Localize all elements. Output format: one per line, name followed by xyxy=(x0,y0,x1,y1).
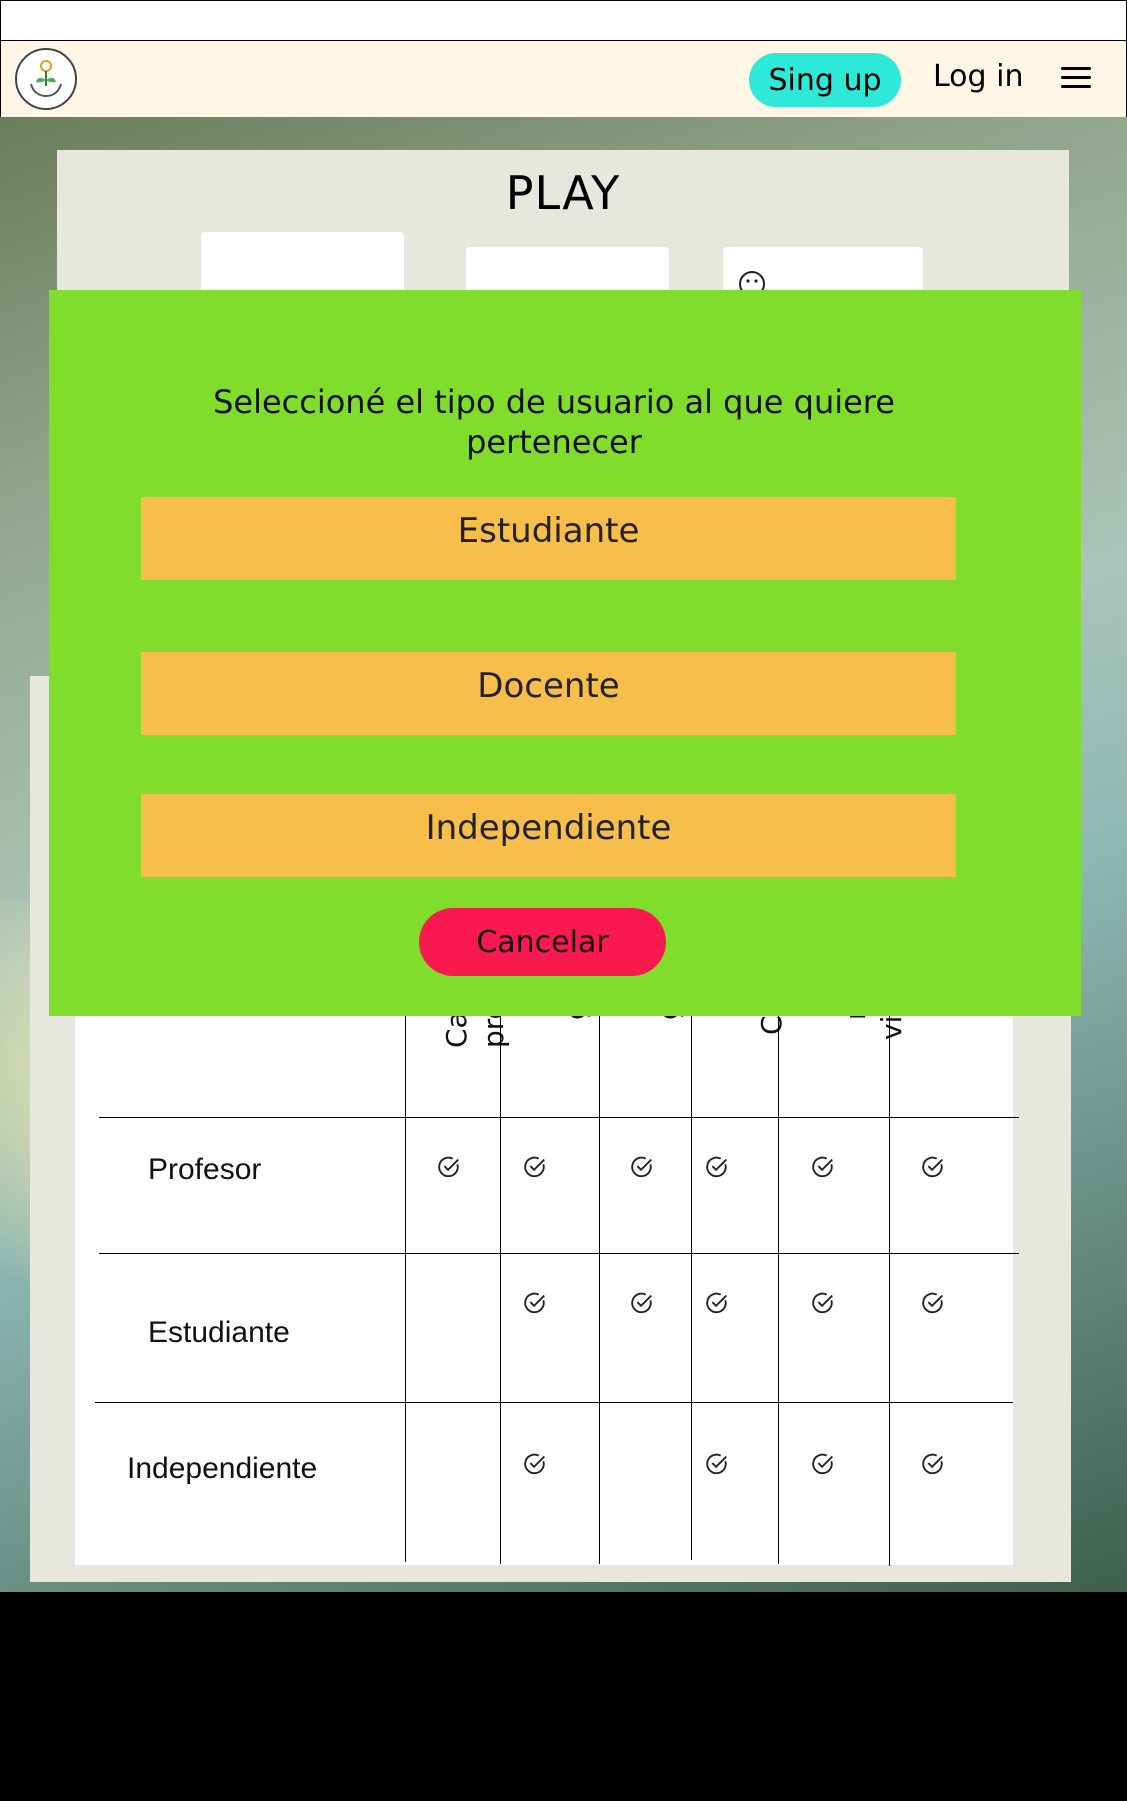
row-divider xyxy=(99,1253,1019,1254)
option-docente-button[interactable]: Docente xyxy=(141,652,956,735)
check-circle-icon xyxy=(631,1156,652,1178)
column-header: Ca xyxy=(440,1011,473,1048)
page-title: PLAY xyxy=(505,166,621,220)
column-divider xyxy=(405,1000,406,1562)
navbar: Sing up Log in xyxy=(0,40,1127,118)
row-divider xyxy=(99,1117,1019,1118)
row-label-estudiante: Estudiante xyxy=(148,1316,290,1349)
option-estudiante-button[interactable]: Estudiante xyxy=(141,497,956,580)
column-divider xyxy=(691,1000,692,1560)
row-label-profesor: Profesor xyxy=(148,1153,262,1186)
column-divider xyxy=(599,1000,600,1564)
column-divider xyxy=(500,1000,501,1564)
check-circle-icon xyxy=(812,1453,833,1475)
cancel-button[interactable]: Cancelar xyxy=(419,908,666,976)
column-header: C xyxy=(755,1015,788,1035)
check-circle-icon xyxy=(524,1292,545,1314)
check-circle-icon xyxy=(706,1156,727,1178)
check-circle-icon xyxy=(706,1453,727,1475)
signup-button[interactable]: Sing up xyxy=(749,53,901,107)
row-divider xyxy=(95,1402,1013,1403)
check-circle-icon xyxy=(812,1156,833,1178)
column-header: vi xyxy=(875,1015,908,1040)
check-circle-icon xyxy=(524,1453,545,1475)
check-circle-icon xyxy=(922,1156,943,1178)
logo[interactable] xyxy=(15,48,77,110)
column-divider xyxy=(778,1000,779,1564)
hamburger-menu-icon[interactable] xyxy=(1061,67,1091,89)
check-circle-icon xyxy=(631,1292,652,1314)
check-circle-icon xyxy=(922,1453,943,1475)
login-link[interactable]: Log in xyxy=(933,59,1023,94)
user-type-modal: Seleccioné el tipo de usuario al que qui… xyxy=(49,290,1081,1016)
option-independiente-button[interactable]: Independiente xyxy=(141,794,956,877)
footer xyxy=(0,1592,1127,1801)
check-circle-icon xyxy=(922,1292,943,1314)
top-strip xyxy=(0,0,1127,42)
check-circle-icon xyxy=(524,1156,545,1178)
column-divider xyxy=(889,1000,890,1566)
check-circle-icon xyxy=(812,1292,833,1314)
check-circle-icon xyxy=(438,1156,459,1178)
plant-hands-icon xyxy=(30,60,62,98)
modal-title: Seleccioné el tipo de usuario al que qui… xyxy=(213,383,895,461)
permissions-table: Ca pro g g C r vi Profesor Estudiante In… xyxy=(75,1000,1019,1566)
row-label-independiente: Independiente xyxy=(127,1452,318,1485)
check-circle-icon xyxy=(706,1292,727,1314)
play-panel: PLAY xyxy=(57,150,1069,302)
